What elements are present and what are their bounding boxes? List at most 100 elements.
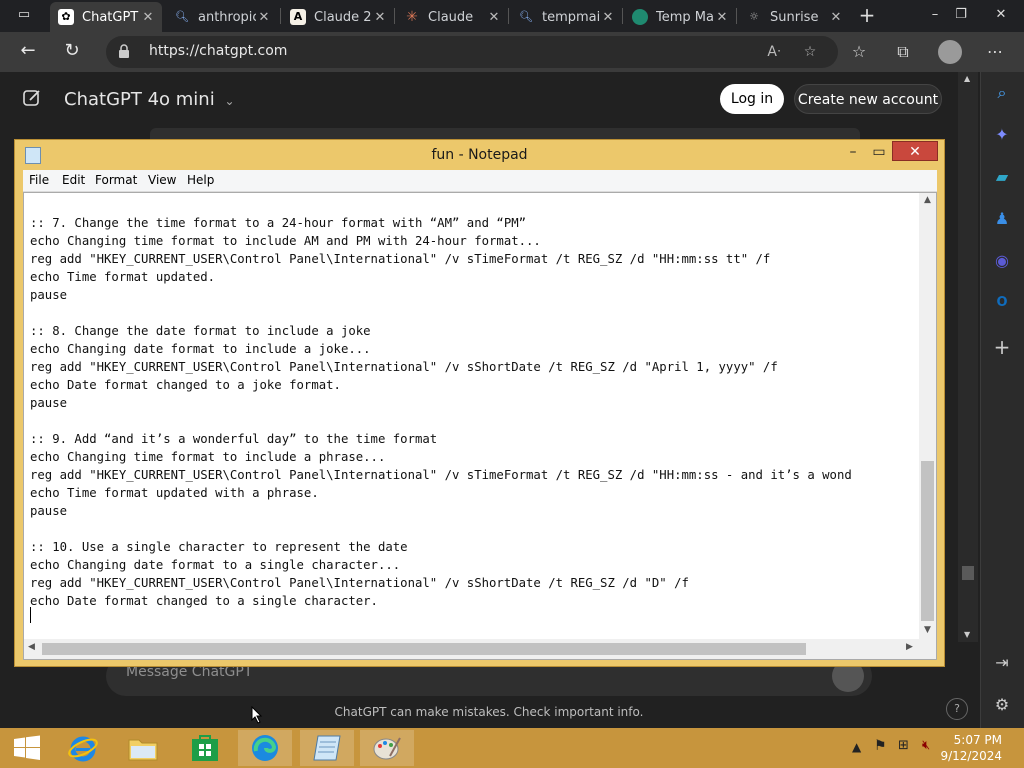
new-tab-button[interactable]: + [850, 0, 884, 32]
address-bar[interactable]: https://chatgpt.com Aᐧ ☆ [106, 36, 838, 68]
refresh-button[interactable]: ↻ [60, 40, 84, 64]
tab-divider [736, 8, 737, 24]
collections-icon[interactable]: ⧉ [892, 41, 914, 63]
close-tab-icon[interactable]: ✕ [140, 10, 156, 25]
model-title: ChatGPT 4o mini [64, 89, 215, 110]
notepad-text-area[interactable]: :: 7. Change the time format to a 24-hou… [23, 192, 937, 660]
browser-tab-strip: ▭ ✿ ChatGPT ✕ 🔍︎ anthropic ✕ A Claude 2 … [0, 0, 1024, 32]
tab-sunrise[interactable]: ☼ Sunrise ✕ [738, 2, 850, 32]
read-aloud-icon[interactable]: Aᐧ [764, 42, 784, 62]
restore-browser-button[interactable]: ❐ [944, 0, 978, 32]
internet-explorer-taskbar-button[interactable] [56, 730, 110, 766]
menu-edit[interactable]: Edit [62, 173, 85, 187]
add-favorite-icon[interactable]: ☆ [800, 42, 820, 62]
text-line: :: 9. Add “and it’s a wonderful day” to … [30, 432, 438, 446]
back-button[interactable]: ← [16, 40, 40, 64]
text-line: reg add "HKEY_CURRENT_USER\Control Panel… [30, 468, 852, 482]
menu-file[interactable]: File [29, 173, 49, 187]
horizontal-scrollbar[interactable]: ◀ ▶ [24, 639, 920, 659]
login-button[interactable]: Log in [720, 84, 784, 114]
search-icon[interactable]: ⌕ [991, 82, 1013, 104]
menu-format[interactable]: Format [95, 173, 137, 187]
profile-avatar[interactable] [938, 40, 962, 64]
start-button[interactable] [0, 730, 54, 766]
help-button[interactable]: ? [946, 698, 968, 720]
show-hidden-icons-icon[interactable]: ▲ [852, 740, 861, 754]
text-line: echo Changing date format to a single ch… [30, 558, 401, 572]
close-tab-icon[interactable]: ✕ [256, 10, 272, 25]
close-tab-icon[interactable]: ✕ [486, 10, 502, 25]
text-line: echo Changing time format to include a p… [30, 450, 386, 464]
tab-actions-icon[interactable]: ▭ [8, 0, 40, 32]
minimize-button[interactable]: – [840, 142, 866, 162]
add-sidebar-app-icon[interactable]: + [991, 336, 1013, 358]
menu-view[interactable]: View [148, 173, 176, 187]
notepad-taskbar-button[interactable] [300, 730, 354, 766]
model-selector[interactable]: ChatGPT 4o mini ⌄ [64, 89, 235, 110]
scroll-up-icon[interactable]: ▲ [964, 74, 970, 83]
close-tab-icon[interactable]: ✕ [828, 10, 844, 25]
network-icon[interactable]: ⊞ [898, 738, 909, 753]
settings-gear-icon[interactable]: ⚙ [991, 694, 1013, 716]
text-line [30, 304, 914, 322]
close-button[interactable]: ✕ [892, 141, 938, 161]
scrollbar-thumb[interactable] [962, 566, 974, 580]
edge-taskbar-button[interactable] [238, 730, 292, 766]
notepad-menubar: File Edit Format View Help [23, 170, 937, 192]
vertical-scroll-thumb[interactable] [921, 461, 934, 621]
tab-divider [622, 8, 623, 24]
page-scrollbar[interactable]: ▲ ▼ [958, 72, 978, 642]
tab-claude[interactable]: ✳ Claude ✕ [396, 2, 508, 32]
close-tab-icon[interactable]: ✕ [714, 10, 730, 25]
system-clock[interactable]: 5:07 PM 9/12/2024 [940, 732, 1002, 764]
outlook-icon[interactable]: O [991, 292, 1013, 314]
tempmail-icon [632, 9, 648, 25]
tab-anthropic[interactable]: 🔍︎ anthropic ✕ [166, 2, 278, 32]
windows-taskbar: ▲ ⚑ ⊞ 🔇︎ 5:07 PM 9/12/2024 [0, 728, 1024, 768]
lock-icon [119, 44, 129, 58]
text-line: :: 7. Change the time format to a 24-hou… [30, 216, 527, 230]
windows-logo-icon [14, 735, 40, 760]
copilot-icon[interactable]: ✦ [991, 124, 1013, 146]
store-taskbar-button[interactable] [178, 730, 232, 766]
scroll-up-arrow-icon[interactable]: ▲ [919, 195, 936, 205]
scroll-left-arrow-icon[interactable]: ◀ [28, 642, 35, 652]
edge-icon [252, 735, 278, 761]
scroll-right-arrow-icon[interactable]: ▶ [906, 642, 913, 652]
tab-divider [280, 8, 281, 24]
maximize-button[interactable]: ▭ [866, 142, 892, 162]
more-menu-icon[interactable]: ⋯ [984, 41, 1006, 63]
action-center-flag-icon[interactable]: ⚑ [874, 738, 887, 754]
hide-sidebar-icon[interactable]: ⇥ [991, 652, 1013, 674]
new-chat-icon[interactable] [22, 88, 42, 108]
vertical-scrollbar[interactable]: ▲ ▼ [919, 193, 936, 639]
tab-chatgpt[interactable]: ✿ ChatGPT ✕ [50, 2, 162, 32]
close-tab-icon[interactable]: ✕ [600, 10, 616, 25]
shopping-icon[interactable]: ▰ [991, 166, 1013, 188]
text-line: reg add "HKEY_CURRENT_USER\Control Panel… [30, 252, 771, 266]
text-line: echo Date format changed to a single cha… [30, 594, 378, 608]
close-browser-button[interactable]: ✕ [984, 0, 1018, 32]
paint-taskbar-button[interactable] [360, 730, 414, 766]
volume-muted-icon[interactable]: 🔇︎ [922, 738, 930, 753]
text-line: pause [30, 396, 68, 410]
anthropic-icon: A [290, 9, 306, 25]
people-icon[interactable]: ♟ [991, 208, 1013, 230]
menu-help[interactable]: Help [187, 173, 214, 187]
favorites-icon[interactable]: ☆ [848, 41, 870, 63]
create-account-button[interactable]: Create new account [794, 84, 942, 114]
scroll-down-arrow-icon[interactable]: ▼ [919, 625, 936, 635]
scroll-down-icon[interactable]: ▼ [964, 630, 970, 639]
tab-tempmail-search[interactable]: 🔍︎ tempmail ✕ [510, 2, 622, 32]
clock-date: 9/12/2024 [940, 749, 1002, 763]
clock-time: 5:07 PM [953, 733, 1002, 747]
text-line: :: 10. Use a single character to represe… [30, 540, 408, 554]
close-tab-icon[interactable]: ✕ [372, 10, 388, 25]
file-explorer-taskbar-button[interactable] [116, 730, 170, 766]
tab-claude-2[interactable]: A Claude 2 ✕ [282, 2, 394, 32]
text-line: :: 8. Change the date format to include … [30, 324, 371, 338]
games-icon[interactable]: ◉ [991, 250, 1013, 272]
horizontal-scroll-thumb[interactable] [42, 643, 806, 655]
notepad-titlebar[interactable]: fun - Notepad – ▭ ✕ [15, 140, 944, 170]
tab-temp-mail[interactable]: Temp Mail ✕ [624, 2, 736, 32]
